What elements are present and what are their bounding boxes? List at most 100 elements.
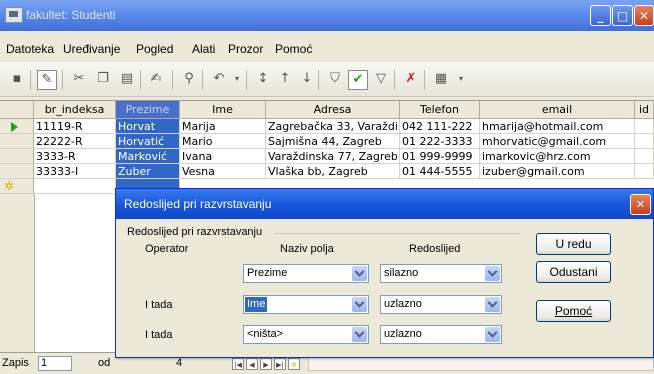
cancel-button[interactable]: Odustani xyxy=(536,261,611,283)
standard-filter-icon[interactable]: ✔ xyxy=(348,70,368,90)
table-cell[interactable]: mhorvatic@gmail.com xyxy=(480,134,635,149)
cut-icon[interactable]: ✂ xyxy=(70,70,88,88)
chevron-down-icon[interactable] xyxy=(352,297,367,312)
group-label: Redoslijed pri razvrstavanju xyxy=(127,226,263,238)
menu-pomoc[interactable]: Pomoć xyxy=(275,42,312,56)
table-cell[interactable]: 01 444-5555 xyxy=(400,164,480,179)
table-cell[interactable]: Marija xyxy=(180,119,266,134)
table-cell[interactable]: Zuber xyxy=(116,164,180,179)
table-cell[interactable]: Sajmišna 44, Zagreb xyxy=(266,134,400,149)
column-header[interactable]: id xyxy=(635,101,654,119)
table-cell[interactable]: Varaždinska 77, Zagreb xyxy=(266,149,400,164)
close-button[interactable]: ✕ xyxy=(634,5,654,26)
table-cell[interactable]: izuber@gmail.com xyxy=(480,164,635,179)
table-cell[interactable]: 11119-R xyxy=(34,119,116,134)
table-cell[interactable] xyxy=(635,119,654,134)
chevron-down-icon[interactable] xyxy=(352,266,367,281)
new-record-icon: ✲ xyxy=(4,179,15,193)
column-label-field: Naziv polja xyxy=(280,243,334,255)
sort-field-select-1[interactable]: Prezime xyxy=(243,264,369,283)
chevron-down-icon[interactable] xyxy=(485,266,500,281)
undo-icon[interactable]: ↶ xyxy=(210,70,228,88)
sort-order-select-1[interactable]: silazno xyxy=(380,264,502,283)
table-cell[interactable]: 33333-I xyxy=(34,164,116,179)
row-header[interactable] xyxy=(0,149,34,164)
table-cell[interactable]: Horvat xyxy=(116,119,180,134)
previous-record-icon[interactable]: ◀ xyxy=(246,358,258,370)
table-cell[interactable]: Horvatić xyxy=(116,134,180,149)
table-cell[interactable]: hmarija@hotmail.com xyxy=(480,119,635,134)
table-cell[interactable]: Mario xyxy=(180,134,266,149)
chevron-down-icon[interactable] xyxy=(485,327,500,342)
table-cell[interactable] xyxy=(34,179,116,194)
dialog-close-button[interactable]: ✕ xyxy=(630,194,651,215)
row-header[interactable] xyxy=(0,119,34,134)
record-count: 4 xyxy=(176,357,183,369)
dialog-titlebar: Redoslijed pri razvrstavanju ✕ xyxy=(116,189,653,219)
filter-icon[interactable]: ⛉ xyxy=(326,70,344,88)
sort-order-dialog: Redoslijed pri razvrstavanju ✕ Redoslije… xyxy=(115,188,654,358)
copy-icon[interactable]: ❐ xyxy=(94,70,112,88)
sort-descending-icon[interactable]: ↓ xyxy=(298,70,316,88)
column-header[interactable]: Ime xyxy=(180,101,266,119)
find-icon[interactable]: ⚲ xyxy=(180,70,198,88)
sort-icon[interactable]: ↕ xyxy=(254,70,272,88)
sort-field-select-3[interactable]: <ništa> xyxy=(243,325,369,344)
menu-datoteka[interactable]: Datoteka xyxy=(6,42,54,56)
column-header[interactable]: Telefon xyxy=(400,101,480,119)
table-cell[interactable]: 22222-R xyxy=(34,134,116,149)
last-record-icon[interactable]: ▶| xyxy=(274,358,286,370)
table-cell[interactable]: Vesna xyxy=(180,164,266,179)
table-cell[interactable]: Ivana xyxy=(180,149,266,164)
sort-order-select-3[interactable]: uzlazno xyxy=(380,325,502,344)
minimize-button[interactable]: _ xyxy=(590,5,611,26)
format-paintbrush-icon[interactable]: ✍ xyxy=(147,70,165,88)
row-header[interactable] xyxy=(0,164,34,179)
table-cell[interactable]: 01 999-9999 xyxy=(400,149,480,164)
menu-bar: Datoteka Uređivanje Pogled Alati Prozor … xyxy=(0,40,654,58)
maximize-button[interactable]: □ xyxy=(612,5,633,26)
horizontal-scrollbar[interactable] xyxy=(308,356,654,371)
table-cell[interactable]: 3333-R xyxy=(34,149,116,164)
menu-pogled[interactable]: Pogled xyxy=(136,42,173,56)
table-cell[interactable] xyxy=(635,149,654,164)
save-icon[interactable]: ▪ xyxy=(8,70,26,88)
edit-icon[interactable]: ✎ xyxy=(37,70,57,90)
table-cell[interactable]: 042 111-222 xyxy=(400,119,480,134)
table-cell[interactable]: 01 222-3333 xyxy=(400,134,480,149)
paste-icon[interactable]: ▤ xyxy=(118,70,136,88)
first-record-icon[interactable]: |◀ xyxy=(232,358,244,370)
auto-filter-icon[interactable]: ▽ xyxy=(372,70,390,88)
table-cell[interactable]: Zagrebačka 33, Varaždin xyxy=(266,119,400,134)
row-header[interactable] xyxy=(0,134,34,149)
column-header[interactable]: br_indeksa xyxy=(34,101,116,119)
record-number-input[interactable]: 1 xyxy=(38,356,72,371)
new-record-nav-icon[interactable]: ✲ xyxy=(288,358,300,370)
ok-button[interactable]: U redu xyxy=(536,233,611,255)
next-record-icon[interactable]: ▶ xyxy=(260,358,272,370)
column-header[interactable]: email xyxy=(480,101,635,119)
column-header-selected[interactable]: Prezime xyxy=(116,101,180,119)
of-label: od xyxy=(98,357,111,369)
menu-alati[interactable]: Alati xyxy=(192,42,215,56)
table-cell[interactable] xyxy=(635,134,654,149)
table-cell[interactable]: imarkovic@hrz.com xyxy=(480,149,635,164)
table-cell[interactable] xyxy=(635,164,654,179)
menu-uredivanje[interactable]: Uređivanje xyxy=(63,42,120,56)
remove-filter-icon[interactable]: ✗ xyxy=(402,70,420,88)
sort-field-select-2[interactable]: Ime xyxy=(243,295,369,314)
row-header-new[interactable]: ✲ xyxy=(0,179,34,194)
sort-ascending-icon[interactable]: ↑ xyxy=(276,70,294,88)
undo-dropdown-icon[interactable]: ▾ xyxy=(228,70,246,88)
help-button[interactable]: Pomoć xyxy=(536,300,611,322)
table-cell[interactable]: Marković xyxy=(116,149,180,164)
table-cell[interactable]: Vlaška bb, Zagreb xyxy=(266,164,400,179)
chevron-down-icon[interactable] xyxy=(352,327,367,342)
menu-prozor[interactable]: Prozor xyxy=(228,42,263,56)
app-icon xyxy=(5,7,23,23)
sort-order-select-2[interactable]: uzlazno xyxy=(380,295,502,314)
form-view-icon[interactable]: ▦ xyxy=(432,70,450,88)
toolbar-overflow-icon[interactable]: ▾ xyxy=(452,70,470,88)
column-header[interactable]: Adresa xyxy=(266,101,400,119)
chevron-down-icon[interactable] xyxy=(485,297,500,312)
